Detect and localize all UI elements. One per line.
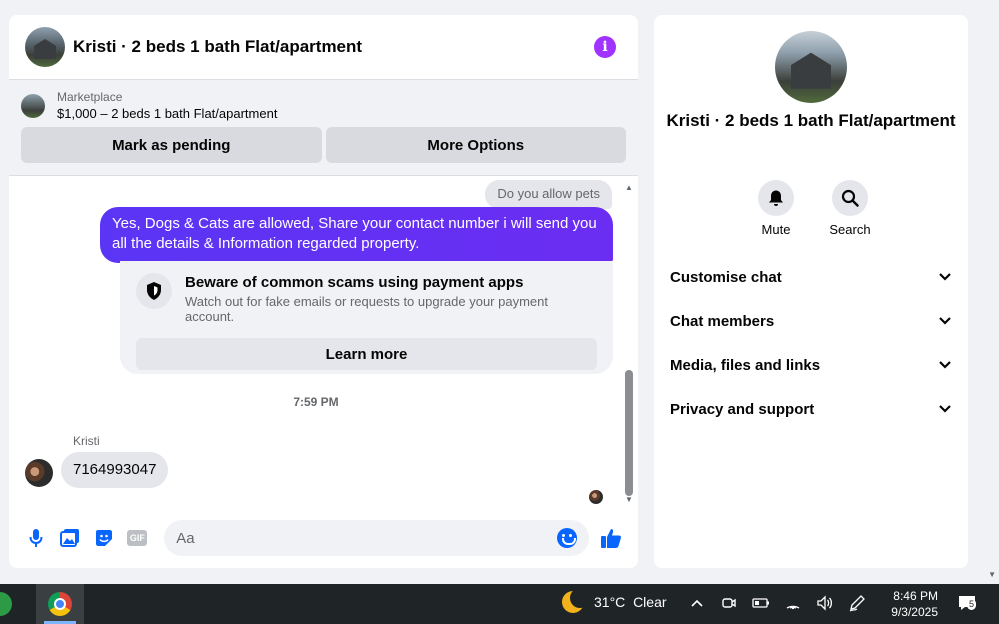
weather-temp: 31°C [594, 594, 626, 610]
section-media-files-links[interactable]: Media, files and links [654, 343, 968, 387]
section-privacy-support[interactable]: Privacy and support [654, 387, 968, 431]
read-receipt-avatar [589, 490, 603, 504]
search-label: Search [829, 222, 871, 237]
search-icon [832, 180, 868, 216]
clock-date: 9/3/2025 [891, 605, 938, 619]
profile-title: Kristi · 2 beds 1 bath Flat/apartment [666, 111, 956, 130]
photo-icon[interactable] [58, 526, 82, 550]
chevron-down-icon [939, 361, 951, 369]
message-composer: GIF [9, 508, 638, 568]
pen-icon[interactable] [848, 592, 866, 614]
chevron-down-icon [939, 273, 951, 281]
message-timestamp: 7:59 PM [293, 395, 339, 409]
meet-now-icon[interactable] [720, 592, 738, 614]
scroll-up-arrow-icon[interactable]: ▲ [624, 183, 634, 193]
weather-desc: Clear [633, 594, 667, 610]
sender-avatar[interactable] [25, 459, 53, 487]
gif-icon[interactable]: GIF [125, 526, 149, 550]
learn-more-button[interactable]: Learn more [136, 338, 597, 370]
profile-avatar[interactable] [775, 31, 847, 103]
section-label: Chat members [670, 312, 775, 330]
windows-taskbar: 31°C Clear 8:46 PM 9/3/2025 5 [0, 584, 999, 624]
scrollbar-thumb[interactable] [625, 370, 633, 496]
scam-warning-card: Beware of common scams using payment app… [120, 261, 613, 374]
chrome-icon [48, 592, 72, 616]
outgoing-message-bubble[interactable]: Yes, Dogs & Cats are allowed, Share your… [100, 207, 613, 263]
section-label: Privacy and support [670, 400, 815, 418]
notification-icon[interactable]: 5 [957, 593, 977, 613]
conversation-title[interactable]: Kristi · 2 beds 1 bath Flat/apartment [73, 37, 362, 57]
wifi-icon[interactable] [784, 592, 802, 614]
marketplace-listing-bar: Marketplace $1,000 – 2 beds 1 bath Flat/… [9, 80, 638, 176]
notification-count: 5 [967, 599, 977, 610]
app-icon[interactable] [0, 592, 12, 616]
conversation-info-panel: Kristi · 2 beds 1 bath Flat/apartment Mu… [654, 15, 968, 568]
mute-button[interactable]: Mute [752, 180, 800, 237]
chevron-down-icon [939, 317, 951, 325]
chat-panel: Kristi · 2 beds 1 bath Flat/apartment i … [9, 15, 638, 568]
chrome-taskbar-button[interactable] [36, 584, 84, 624]
search-button[interactable]: Search [826, 180, 874, 237]
info-icon[interactable]: i [594, 36, 616, 58]
chevron-up-icon[interactable] [688, 592, 706, 614]
incoming-message-bubble[interactable]: 7164993047 [61, 452, 169, 488]
message-input-wrapper[interactable] [164, 520, 590, 556]
message-input[interactable] [176, 529, 558, 547]
incoming-message-bubble[interactable]: Do you allow pets [485, 180, 612, 209]
scam-warning-title: Beware of common scams using payment app… [185, 274, 524, 291]
conversation-avatar[interactable] [25, 27, 65, 67]
listing-thumbnail[interactable] [21, 93, 45, 118]
scroll-down-arrow-icon[interactable]: ▼ [624, 495, 634, 505]
section-label: Media, files and links [670, 356, 821, 374]
page-scroll-down-icon[interactable]: ▼ [988, 570, 996, 579]
chat-header: Kristi · 2 beds 1 bath Flat/apartment i [9, 15, 638, 80]
sender-name: Kristi [73, 434, 100, 448]
clock-time: 8:46 PM [893, 589, 938, 603]
section-label: Customise chat [670, 268, 782, 286]
battery-icon[interactable] [752, 592, 770, 614]
like-thumb-icon[interactable] [599, 526, 623, 550]
system-tray [688, 592, 866, 614]
chevron-down-icon [939, 405, 951, 413]
bell-icon [758, 180, 794, 216]
volume-icon[interactable] [816, 592, 834, 614]
mark-as-pending-button[interactable]: Mark as pending [21, 127, 322, 163]
listing-price-title[interactable]: $1,000 – 2 beds 1 bath Flat/apartment [57, 106, 277, 121]
listing-source-label: Marketplace [57, 90, 123, 104]
section-chat-members[interactable]: Chat members [654, 299, 968, 343]
message-list[interactable]: Do you allow pets Yes, Dogs & Cats are a… [9, 177, 638, 507]
emoji-icon[interactable] [557, 528, 578, 548]
weather-widget[interactable]: 31°C Clear [562, 588, 667, 613]
section-customise-chat[interactable]: Customise chat [654, 255, 968, 299]
sticker-icon[interactable] [92, 526, 116, 550]
shield-icon [136, 273, 172, 309]
more-options-button[interactable]: More Options [325, 127, 626, 163]
scam-warning-description: Watch out for fake emails or requests to… [185, 294, 548, 324]
microphone-icon[interactable] [24, 526, 48, 550]
message-scrollbar[interactable]: ▲ ▼ [624, 183, 634, 505]
moon-icon [562, 588, 590, 613]
taskbar-clock[interactable]: 8:46 PM 9/3/2025 [880, 588, 938, 620]
mute-label: Mute [761, 222, 791, 237]
